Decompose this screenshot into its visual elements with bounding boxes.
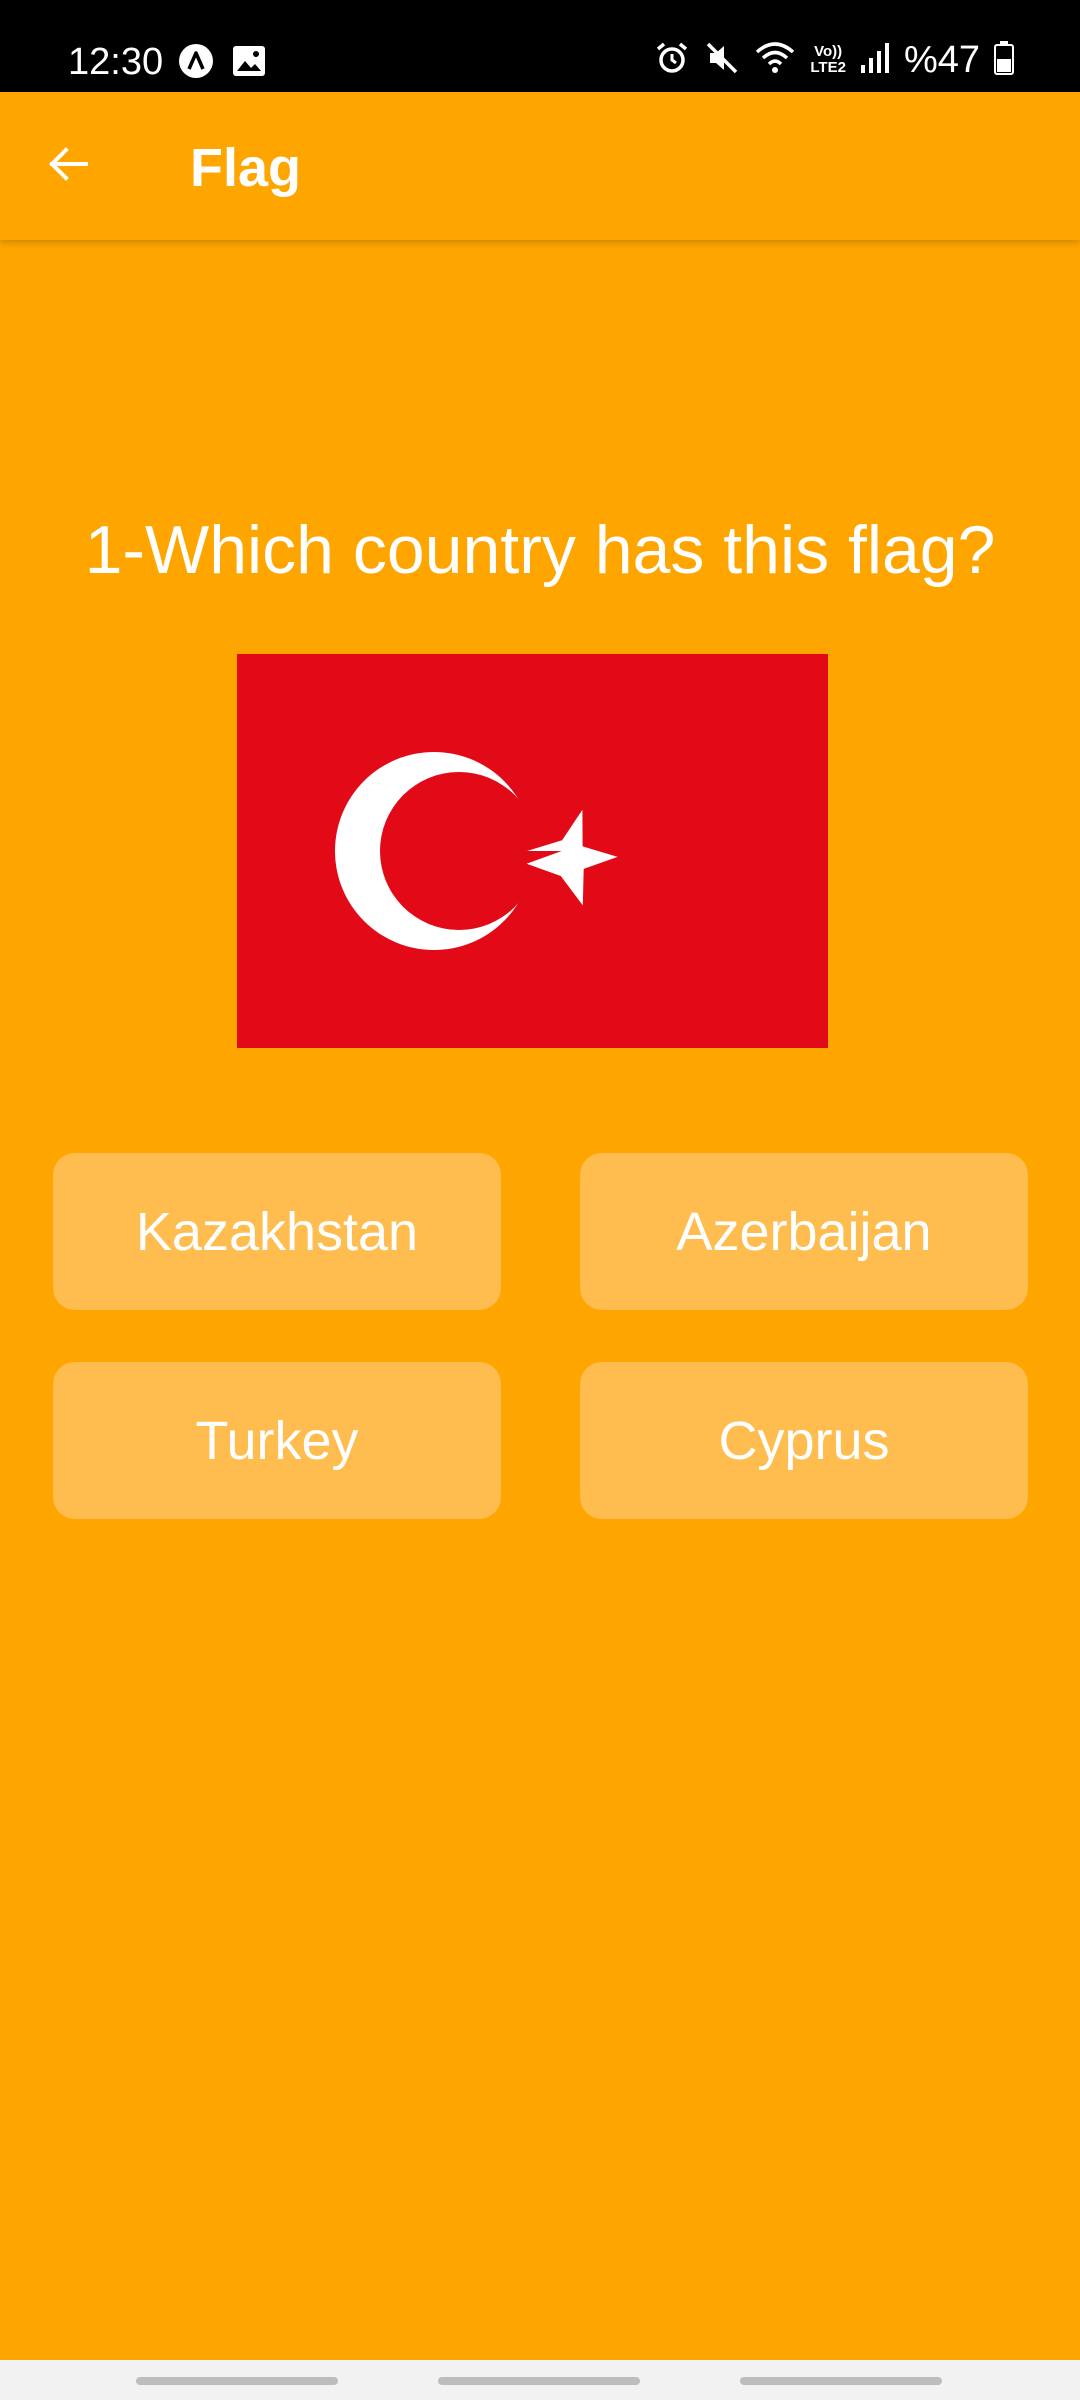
battery-percent: %47 [903, 39, 980, 81]
question-text: 1-Which country has this flag? [84, 512, 996, 588]
lte-label: LTE2 [810, 59, 846, 76]
page-title: Flag [190, 138, 302, 198]
navigation-bar [0, 2360, 1080, 2400]
alarm-icon [654, 40, 690, 81]
mute-icon [704, 40, 740, 81]
flag-image [237, 654, 828, 1048]
nav-back-handle[interactable] [740, 2377, 942, 2385]
app-a-icon [178, 43, 214, 84]
turkey-flag-icon [237, 654, 828, 1048]
volte-lte2-icon: Vo)) LTE2 [810, 44, 846, 76]
wifi-icon [754, 40, 796, 81]
answer-button-azerbaijan[interactable]: Azerbaijan [580, 1153, 1028, 1310]
volte-label: Vo)) [814, 43, 843, 60]
signal-icon [860, 41, 890, 80]
status-time: 12:30 [68, 41, 164, 83]
answer-button-cyprus[interactable]: Cyprus [580, 1362, 1028, 1519]
nav-home-handle[interactable] [438, 2377, 640, 2385]
back-button[interactable] [30, 128, 106, 204]
answer-button-kazakhstan[interactable]: Kazakhstan [53, 1153, 501, 1310]
arrow-back-icon [44, 140, 92, 193]
status-left-icons [178, 43, 266, 84]
status-bar: 12:30 Vo)) LTE2 %47 [0, 0, 1080, 92]
nav-recents-handle[interactable] [136, 2377, 338, 2385]
status-right-icons: Vo)) LTE2 %47 [654, 38, 1014, 82]
answer-button-turkey[interactable]: Turkey [53, 1362, 501, 1519]
app-bar: Flag [0, 92, 1080, 240]
image-icon [232, 45, 266, 82]
battery-icon [994, 40, 1014, 80]
